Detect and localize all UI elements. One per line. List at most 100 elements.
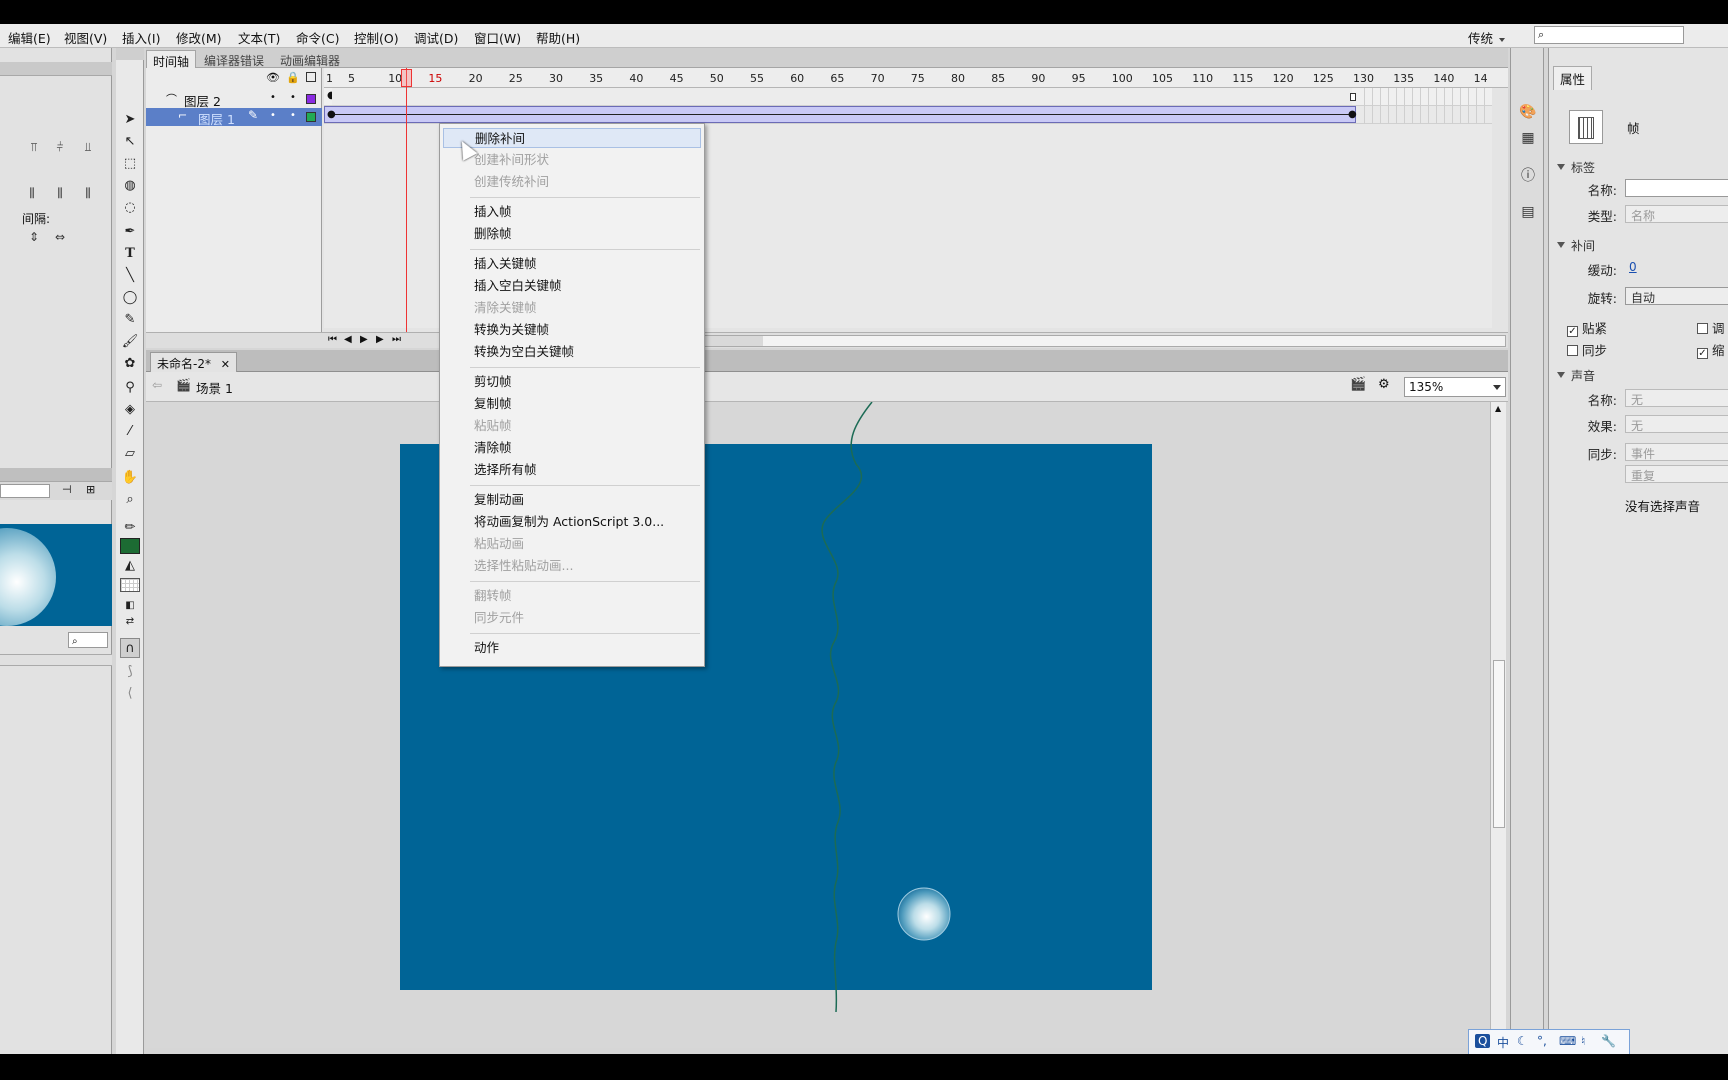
context-menu-item[interactable]: 清除帧	[474, 438, 698, 458]
context-menu-item[interactable]: 转换为空白关键帧	[474, 342, 698, 362]
frame-name-input[interactable]	[1625, 179, 1728, 197]
menu-help[interactable]: 帮助(H)	[536, 28, 580, 47]
paint-bucket-tool-icon[interactable]: ◈	[120, 400, 140, 420]
library-doc-select[interactable]	[0, 484, 50, 498]
sound-name-select[interactable]: 无	[1625, 389, 1728, 407]
show-hide-all-icon[interactable]: 👁	[266, 71, 280, 84]
distribute-right-icon[interactable]: ⫼	[80, 186, 96, 200]
menu-text[interactable]: 文本(T)	[238, 28, 280, 47]
help-search-input[interactable]: ⌕	[1534, 26, 1684, 44]
context-menu-item[interactable]: 插入空白关键帧	[474, 276, 698, 296]
context-menu-item[interactable]: 插入关键帧	[474, 254, 698, 274]
eraser-tool-icon[interactable]: ▱	[120, 444, 140, 464]
effect-select[interactable]: 无	[1625, 415, 1728, 433]
stroke-color-icon[interactable]: ✏	[120, 518, 140, 538]
keyframe-dot[interactable]: ●	[327, 109, 336, 120]
smooth-icon[interactable]: ⟆	[120, 662, 140, 682]
end-frame-marker[interactable]	[1350, 93, 1356, 101]
swap-colors-icon[interactable]: ⇄	[120, 612, 140, 632]
menu-window[interactable]: 窗口(W)	[474, 28, 521, 47]
snap-magnet-icon[interactable]: ∩	[120, 638, 140, 658]
tab-compiler-errors[interactable]: 编译器错误	[198, 50, 270, 68]
selection-tool-icon[interactable]: ➤	[120, 110, 140, 130]
context-menu-item[interactable]: 选择所有帧	[474, 460, 698, 480]
brush-tool-icon[interactable]: 🖌	[120, 332, 140, 352]
layer-row-1[interactable]: ⌐ 图层 1 ✎ • •	[146, 108, 322, 128]
align-top-icon[interactable]: ⫪	[26, 140, 42, 154]
menu-modify[interactable]: 修改(M)	[176, 28, 222, 47]
context-menu-item[interactable]: 动作	[474, 638, 698, 658]
edit-symbol-icon[interactable]: ⚙	[1378, 377, 1390, 392]
scroll-thumb[interactable]	[1493, 660, 1505, 828]
layer-lock-dot[interactable]: •	[290, 110, 296, 121]
tools-panel-header[interactable]	[116, 48, 144, 60]
section-tween[interactable]: 补间	[1549, 234, 1728, 254]
repeat-select[interactable]: 重复	[1625, 465, 1728, 483]
align-vcenter-icon[interactable]: ⫩	[52, 140, 68, 154]
scale-checkbox[interactable]: ✓ 缩	[1697, 340, 1725, 359]
line-tool-icon[interactable]: ╲	[120, 266, 140, 286]
scene-name[interactable]: 场景 1	[196, 378, 233, 397]
play-icon[interactable]: ▶	[360, 334, 368, 345]
eyedropper-tool-icon[interactable]: ⁄	[120, 422, 140, 442]
lasso-tool-icon[interactable]: ◌	[120, 198, 140, 218]
stroke-color-swatch[interactable]	[120, 538, 140, 554]
workspace-switcher[interactable]: 传统	[1468, 28, 1505, 47]
layer-name[interactable]: 图层 1	[198, 109, 235, 128]
hand-tool-icon[interactable]: ✋	[120, 468, 140, 488]
last-frame-icon[interactable]: ⏭	[392, 334, 401, 345]
menu-control[interactable]: 控制(O)	[354, 28, 399, 47]
space-vertical-icon[interactable]: ⇕	[26, 230, 42, 244]
tab-properties[interactable]: 属性	[1553, 66, 1593, 90]
new-library-icon[interactable]: ⊞	[86, 483, 95, 496]
3d-rotation-tool-icon[interactable]: ◍	[120, 176, 140, 196]
context-menu-item[interactable]: 复制帧	[474, 394, 698, 414]
frame-row-layer-1[interactable]: ● ●	[324, 106, 1492, 124]
menu-debug[interactable]: 调试(D)	[414, 28, 458, 47]
layer-visible-dot[interactable]: •	[270, 110, 276, 121]
text-tool-icon[interactable]: T	[120, 244, 140, 264]
close-icon[interactable]: ✕	[221, 358, 230, 371]
context-menu-item[interactable]: 复制动画	[474, 490, 698, 510]
step-back-icon[interactable]: ◀	[344, 334, 352, 345]
layer-outline-color[interactable]	[306, 112, 316, 122]
edit-scene-icon[interactable]: 🎬	[1350, 377, 1366, 392]
scroll-up-icon[interactable]: ▲	[1495, 404, 1501, 413]
bone-tool-icon[interactable]: ⚲	[120, 378, 140, 398]
outline-all-icon[interactable]	[306, 72, 316, 82]
context-menu-item[interactable]: 删除补间	[443, 128, 701, 148]
snap-checkbox[interactable]: ✓ 贴紧	[1567, 318, 1607, 337]
keyframe-dot[interactable]: ●	[1348, 109, 1357, 120]
fill-color-icon[interactable]: ◭	[120, 556, 140, 576]
oval-tool-icon[interactable]: ◯	[120, 288, 140, 308]
pencil-tool-icon[interactable]: ✎	[120, 310, 140, 330]
back-arrow-icon[interactable]: ⇦	[152, 378, 162, 392]
frame-ruler[interactable]: 1 5 10 15 20 25 30 35 40 45 50 55 60 65 70 75 80 85 90 95 10…	[324, 68, 1508, 88]
subselection-tool-icon[interactable]: ↖	[120, 132, 140, 152]
playhead[interactable]	[401, 69, 412, 87]
stage-vscroll[interactable]: ▲	[1490, 402, 1506, 1048]
menu-commands[interactable]: 命令(C)	[296, 28, 339, 47]
zoom-tool-icon[interactable]: ⌕	[120, 490, 140, 510]
straighten-icon[interactable]: ⟨	[120, 684, 140, 704]
menu-insert[interactable]: 插入(I)	[122, 28, 160, 47]
ime-chinese-mode[interactable]: 中	[1497, 1034, 1509, 1051]
wrench-icon[interactable]: 🔧	[1601, 1034, 1616, 1048]
library-panel-header[interactable]	[0, 468, 112, 482]
document-tab[interactable]: 未命名-2* ✕	[150, 352, 238, 372]
rotate-select[interactable]: 自动	[1625, 287, 1728, 305]
space-horizontal-icon[interactable]: ⇔	[52, 230, 68, 244]
color-panel-icon[interactable]: 🎨	[1518, 102, 1538, 122]
skin-icon[interactable]: ♮	[1581, 1034, 1585, 1048]
context-menu-item[interactable]: 将动画复制为 ActionScript 3.0...	[474, 512, 698, 532]
free-transform-tool-icon[interactable]: ⬚	[120, 154, 140, 174]
library-search-input[interactable]: ⌕	[68, 632, 108, 648]
orient-checkbox[interactable]: 调	[1697, 318, 1725, 337]
ime-logo-icon[interactable]: Q	[1475, 1034, 1491, 1048]
section-label[interactable]: 标签	[1549, 156, 1728, 176]
info-panel-icon[interactable]: ⓘ	[1518, 166, 1538, 186]
step-forward-icon[interactable]: ▶	[376, 334, 384, 345]
frame-row-layer-2[interactable]: ●	[324, 88, 1492, 106]
menu-view[interactable]: 视图(V)	[64, 28, 107, 47]
context-menu-item[interactable]: 转换为关键帧	[474, 320, 698, 340]
